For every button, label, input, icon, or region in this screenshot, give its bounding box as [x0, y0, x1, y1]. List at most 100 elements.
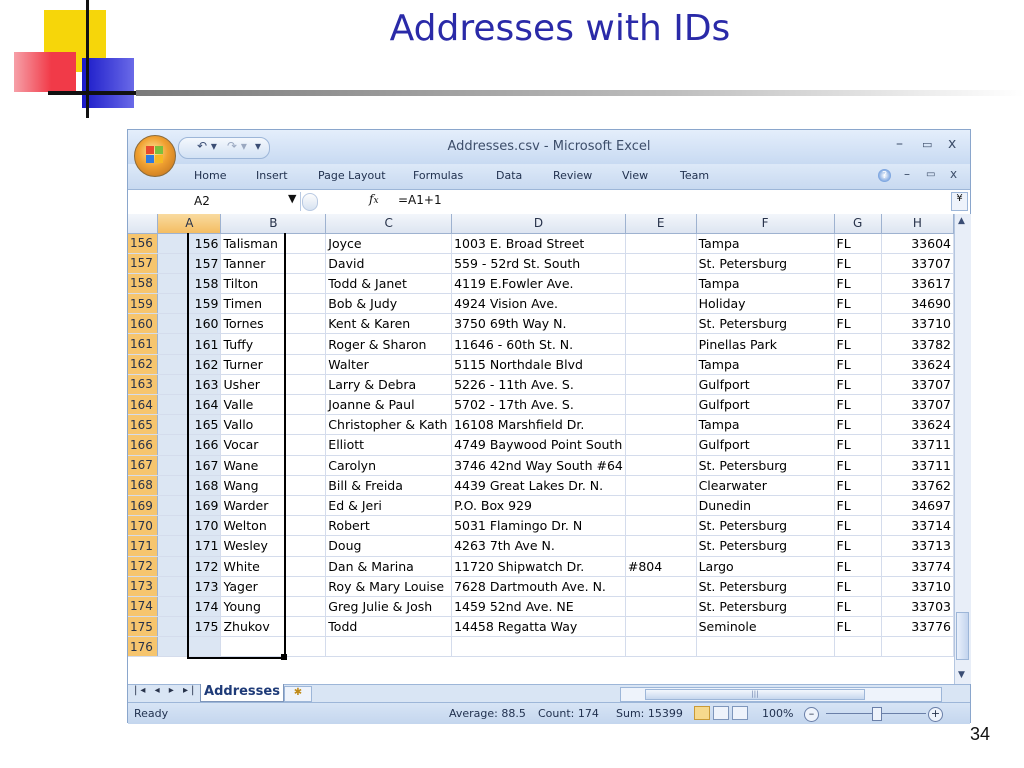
doc-minimize-button[interactable]: –	[904, 167, 910, 181]
cell-c[interactable]: Bill & Freida	[325, 475, 453, 496]
tab-insert[interactable]: Insert	[256, 169, 288, 182]
cell-c[interactable]: Todd	[325, 616, 453, 638]
cell-d[interactable]: 4749 Baywood Point South	[451, 434, 626, 456]
row-header[interactable]: 163	[128, 374, 159, 396]
cell-g[interactable]: FL	[834, 374, 882, 396]
column-header-d[interactable]: D	[451, 214, 626, 234]
cell-h[interactable]: 33617	[881, 273, 954, 295]
cell-g[interactable]: FL	[834, 535, 882, 557]
cell-c[interactable]: Robert	[325, 515, 453, 537]
cell-d[interactable]: 4924 Vision Ave.	[451, 293, 626, 315]
tab-home[interactable]: Home	[194, 169, 226, 182]
cell-h[interactable]: 34690	[881, 293, 954, 315]
cell-c[interactable]: Ed & Jeri	[325, 495, 453, 517]
cell-b[interactable]: Vocar	[220, 434, 327, 456]
name-box[interactable]: A2 ▼	[130, 192, 301, 211]
cell-e[interactable]: #804	[625, 556, 697, 577]
cell-e[interactable]	[625, 354, 697, 375]
cell-f[interactable]: Tampa	[696, 233, 835, 254]
cell-g[interactable]: FL	[834, 394, 882, 416]
row-header[interactable]: 174	[128, 596, 159, 618]
cell-b[interactable]: Welton	[220, 515, 327, 537]
formula-input[interactable]: =A1+1	[398, 193, 442, 207]
cell-d[interactable]: 14458 Regatta Way	[451, 616, 626, 638]
tab-team[interactable]: Team	[680, 169, 709, 182]
cell-h[interactable]: 33711	[881, 455, 954, 476]
cell-d[interactable]: 559 - 52rd St. South	[451, 253, 626, 274]
cell-e[interactable]	[625, 495, 697, 517]
cell-e[interactable]	[625, 515, 697, 537]
minimize-button[interactable]: –	[896, 136, 903, 152]
cell-c[interactable]: Greg Julie & Josh	[325, 596, 453, 618]
cell-f[interactable]: Holiday	[696, 293, 835, 315]
row-header[interactable]: 175	[128, 616, 159, 638]
cell-b[interactable]: Usher	[220, 374, 327, 396]
cell-g[interactable]: FL	[834, 596, 882, 618]
row-header[interactable]: 164	[128, 394, 159, 416]
cell-c[interactable]: Doug	[325, 535, 453, 557]
cell-b[interactable]: Vallo	[220, 414, 327, 436]
cell-c[interactable]: Kent & Karen	[325, 313, 453, 335]
cell-g[interactable]: FL	[834, 556, 882, 577]
fill-handle[interactable]	[281, 654, 287, 660]
vertical-scroll-thumb[interactable]	[956, 612, 969, 660]
cell-b[interactable]: Valle	[220, 394, 327, 416]
cell-a[interactable]: 163	[157, 374, 222, 396]
cell-d[interactable]: 1459 52nd Ave. NE	[451, 596, 626, 618]
cell-g[interactable]	[834, 636, 882, 658]
cell-f[interactable]: Gulfport	[696, 434, 835, 456]
cell-h[interactable]: 33624	[881, 354, 954, 375]
cell-g[interactable]: FL	[834, 515, 882, 537]
cell-c[interactable]: Roger & Sharon	[325, 333, 453, 355]
cell-g[interactable]: FL	[834, 495, 882, 517]
doc-close-button[interactable]: x	[950, 167, 957, 181]
cell-a[interactable]: 174	[157, 596, 222, 618]
row-header[interactable]: 158	[128, 273, 159, 295]
cell-c[interactable]: Carolyn	[325, 455, 453, 476]
expand-formula-bar-icon[interactable]: ¥	[951, 192, 968, 211]
tab-page-layout[interactable]: Page Layout	[318, 169, 386, 182]
cell-b[interactable]: Yager	[220, 576, 327, 597]
column-header-h[interactable]: H	[881, 214, 954, 234]
cell-f[interactable]: Gulfport	[696, 374, 835, 396]
office-button[interactable]	[134, 135, 176, 177]
formula-bar-splitter[interactable]	[302, 193, 318, 211]
cell-g[interactable]: FL	[834, 293, 882, 315]
cell-a[interactable]: 162	[157, 354, 222, 375]
cell-d[interactable]: 5226 - 11th Ave. S.	[451, 374, 626, 396]
cell-d[interactable]: 1003 E. Broad Street	[451, 233, 626, 254]
cell-e[interactable]	[625, 434, 697, 456]
cell-e[interactable]	[625, 253, 697, 274]
chevron-down-icon[interactable]: ▼	[288, 192, 296, 205]
cell-b[interactable]: White	[220, 556, 327, 577]
row-header[interactable]: 173	[128, 576, 159, 597]
column-header-a[interactable]: A	[157, 214, 222, 234]
insert-function-icon[interactable]: fx	[369, 192, 379, 206]
zoom-in-icon[interactable]: +	[928, 707, 943, 722]
vertical-scrollbar[interactable]: ▲ ▼	[954, 214, 971, 684]
cell-d[interactable]	[451, 636, 626, 658]
cell-e[interactable]	[625, 273, 697, 295]
cell-a[interactable]: 168	[157, 475, 222, 496]
cell-a[interactable]: 165	[157, 414, 222, 436]
row-header[interactable]: 168	[128, 475, 159, 496]
cell-e[interactable]	[625, 616, 697, 638]
cell-g[interactable]: FL	[834, 475, 882, 496]
cell-a[interactable]: 159	[157, 293, 222, 315]
page-layout-view-icon[interactable]	[713, 706, 729, 720]
scroll-down-icon[interactable]: ▼	[958, 670, 965, 680]
cell-a[interactable]: 160	[157, 313, 222, 335]
cell-f[interactable]: St. Petersburg	[696, 535, 835, 557]
cell-f[interactable]: Tampa	[696, 354, 835, 375]
cell-a[interactable]	[157, 636, 222, 658]
cell-d[interactable]: 16108 Marshfield Dr.	[451, 414, 626, 436]
cell-c[interactable]: Todd & Janet	[325, 273, 453, 295]
row-header[interactable]: 172	[128, 556, 159, 577]
cell-e[interactable]	[625, 475, 697, 496]
cell-b[interactable]: Wang	[220, 475, 327, 496]
close-button[interactable]: x	[948, 136, 956, 152]
cell-b[interactable]: Young	[220, 596, 327, 618]
select-all-corner[interactable]	[128, 214, 159, 234]
cell-b[interactable]: Zhukov	[220, 616, 327, 638]
cell-h[interactable]: 33707	[881, 394, 954, 416]
